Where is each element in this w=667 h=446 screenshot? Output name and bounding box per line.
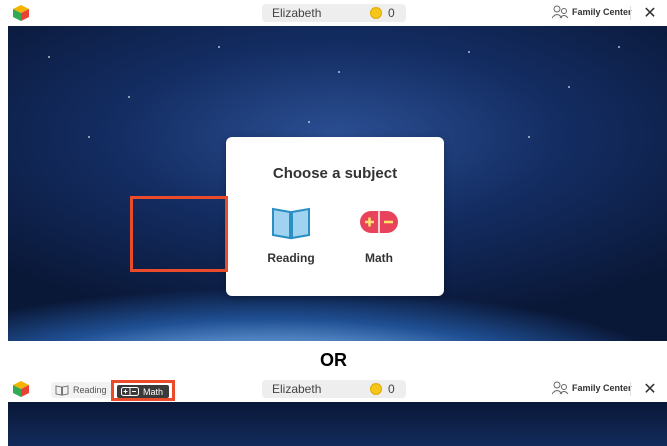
book-icon <box>272 207 310 240</box>
app-logo-icon <box>13 5 29 21</box>
tab-label: Math <box>143 386 164 397</box>
subject-reading-button[interactable]: Reading <box>246 197 336 267</box>
top-bar: Elizabeth 0 Family Center ✕ <box>0 0 667 26</box>
dialog-title: Choose a subject <box>272 165 398 182</box>
subject-math-button[interactable]: Math <box>334 197 424 267</box>
book-icon <box>55 384 69 396</box>
user-pill[interactable]: Elizabeth 0 <box>262 380 406 398</box>
tab-label: Reading <box>73 385 107 395</box>
tab-reading[interactable]: Reading <box>51 382 111 398</box>
divider <box>630 6 631 20</box>
family-center-label: Family Center <box>572 383 632 393</box>
family-icon <box>552 5 569 19</box>
plus-minus-icon <box>121 387 139 396</box>
divider <box>630 382 631 396</box>
family-center-button[interactable]: Family Center <box>552 381 632 395</box>
subject-label: Reading <box>267 251 315 265</box>
earth-background-alt <box>8 402 667 446</box>
choose-subject-dialog: Choose a subject Reading Math <box>226 137 444 296</box>
tab-math[interactable]: Math <box>117 385 169 398</box>
user-pill[interactable]: Elizabeth 0 <box>262 4 406 22</box>
close-button[interactable]: ✕ <box>641 3 659 23</box>
tab-math-highlight: Math <box>111 380 175 401</box>
or-separator: OR <box>320 350 347 370</box>
coin-count: 0 <box>388 382 395 396</box>
family-center-button[interactable]: Family Center <box>552 5 632 19</box>
coin-count: 0 <box>388 6 395 20</box>
user-name: Elizabeth <box>272 382 322 396</box>
family-center-label: Family Center <box>572 7 632 17</box>
plus-minus-icon <box>360 211 398 233</box>
family-icon <box>552 381 569 395</box>
user-name: Elizabeth <box>272 6 322 20</box>
coin-icon <box>370 7 382 19</box>
math-highlight-box <box>130 196 228 272</box>
coin-icon <box>370 383 382 395</box>
app-logo-icon <box>13 381 29 397</box>
subject-label: Math <box>365 251 393 265</box>
close-button[interactable]: ✕ <box>641 379 659 399</box>
